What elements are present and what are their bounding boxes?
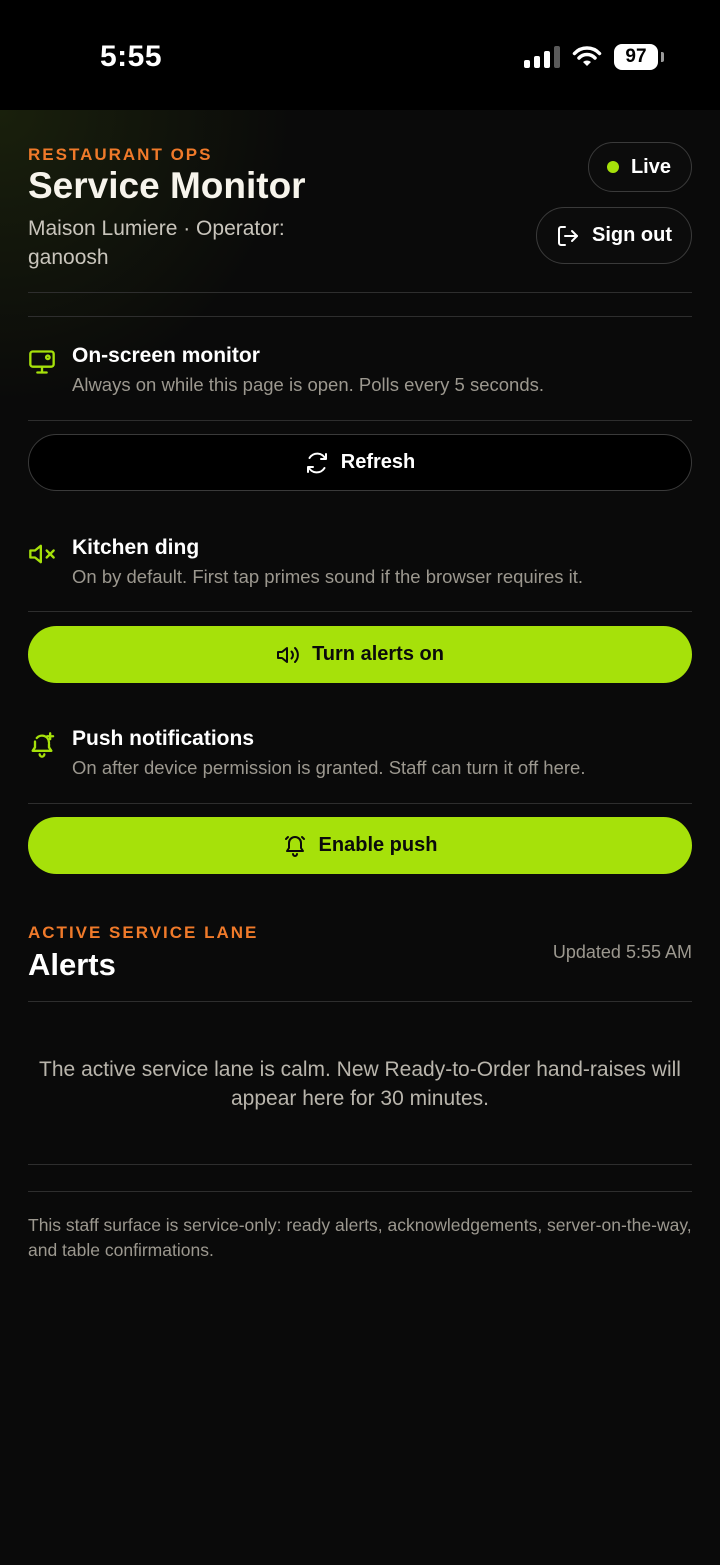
speaker-muted-icon [29, 544, 55, 564]
page-title: Service Monitor [28, 165, 306, 206]
live-label: Live [630, 155, 671, 178]
status-time: 5:55 [100, 40, 163, 73]
alerts-eyebrow: ACTIVE SERVICE LANE [28, 923, 259, 942]
live-dot-icon [606, 161, 619, 173]
status-bar: 5:55 97 [0, 0, 720, 110]
battery-icon: 97 [614, 44, 664, 70]
setting-kitchen-ding: Kitchen ding On by default. First tap pr… [28, 536, 692, 592]
turn-alerts-on-label: Turn alerts on [312, 643, 444, 665]
enable-push-label: Enable push [318, 834, 438, 856]
wifi-icon [572, 46, 602, 66]
setting-title: Push notifications [72, 727, 255, 750]
setting-description: On after device permission is granted. S… [72, 757, 586, 778]
alerts-title: Alerts [28, 947, 116, 982]
divider [28, 1164, 692, 1165]
alerts-empty-state: The active service lane is calm. New Rea… [39, 1058, 681, 1110]
setting-push-notifications: Push notifications On after device permi… [28, 727, 692, 783]
cell-signal-icon [524, 46, 560, 68]
speaker-icon [277, 646, 299, 663]
monitor-icon [29, 350, 55, 374]
divider [28, 420, 692, 421]
divider [28, 1001, 692, 1002]
page-subtitle: Maison Lumiere · Operator: ganoosh [28, 217, 285, 269]
signout-icon [558, 225, 578, 246]
refresh-label: Refresh [340, 451, 416, 473]
app-screen: RESTAURANT OPS Service Monitor Maison Lu… [0, 110, 720, 1565]
setting-onscreen-monitor: On-screen monitor Always on while this p… [28, 344, 692, 400]
setting-title: Kitchen ding [72, 536, 200, 559]
signout-label: Sign out [592, 224, 672, 246]
turn-alerts-on-button[interactable]: Turn alerts on [28, 626, 692, 683]
enable-push-button[interactable]: Enable push [28, 817, 692, 874]
divider [28, 611, 692, 612]
divider [28, 803, 692, 804]
divider [28, 316, 692, 317]
signout-button[interactable]: Sign out [536, 207, 692, 264]
divider [28, 292, 692, 293]
updated-timestamp: Updated 5:55 AM [552, 942, 692, 962]
bell-plus-icon [31, 732, 55, 758]
setting-title: On-screen monitor [72, 344, 260, 367]
footer-note: This staff surface is service-only: read… [28, 1215, 692, 1260]
setting-description: Always on while this page is open. Polls… [72, 374, 545, 395]
refresh-icon [306, 452, 327, 473]
setting-description: On by default. First tap primes sound if… [72, 566, 584, 587]
live-status-badge: Live [587, 142, 692, 192]
bell-icon [284, 835, 305, 857]
refresh-button[interactable]: Refresh [28, 434, 692, 491]
divider [28, 1191, 692, 1192]
header-eyebrow: RESTAURANT OPS [28, 145, 213, 164]
status-icons: 97 [524, 44, 664, 70]
